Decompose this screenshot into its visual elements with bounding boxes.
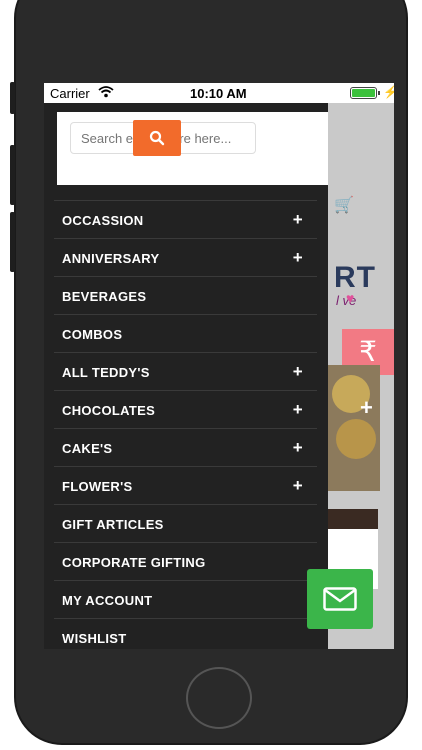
menu-item[interactable]: CHOCOLATES + [54,390,317,428]
menu-item-label: GIFT ARTICLES [62,517,164,532]
menu-item[interactable]: COMBOS [54,314,317,352]
plus-icon[interactable]: + [293,362,303,382]
plus-icon[interactable]: + [293,400,303,420]
plus-icon[interactable]: + [293,248,303,268]
menu-item-label: ALL TEDDY'S [62,365,150,380]
search-button[interactable] [133,120,181,156]
menu-item-label: CAKE'S [62,441,113,456]
plus-icon[interactable]: + [293,438,303,458]
status-bar: Carrier 10:10 AM ⚡ [44,83,394,103]
menu-item-label: COMBOS [62,327,123,342]
menu-item-label: FLOWER'S [62,479,133,494]
ornament-image [336,419,376,459]
menu-item-label: MY ACCOUNT [62,593,153,608]
plus-icon[interactable]: + [293,476,303,496]
plus-icon[interactable]: + [293,210,303,230]
carrier-label: Carrier [50,86,90,101]
menu-item-label: CHOCOLATES [62,403,156,418]
volume-down-button [10,212,15,272]
volume-up-button [10,145,15,205]
battery-icon [350,87,377,99]
mute-switch [10,82,15,114]
search-icon [149,130,165,146]
cart-icon[interactable]: 🛒 [334,195,354,215]
menu-item-label: ANNIVERSARY [62,251,160,266]
plus-icon[interactable]: + [360,395,373,421]
brand-logo-text: RT [334,261,376,294]
menu-item[interactable]: ANNIVERSARY + [54,238,317,276]
menu-item[interactable]: CORPORATE GIFTING [54,542,317,580]
menu-item[interactable]: MY ACCOUNT [54,580,317,618]
menu-item[interactable]: CAKE'S + [54,428,317,466]
charging-bolt-icon: ⚡ [383,85,394,99]
wifi-icon [98,86,114,98]
menu-item[interactable]: FLOWER'S + [54,466,317,504]
search-panel [57,112,328,185]
menu-item-label: CORPORATE GIFTING [62,555,206,570]
menu-item[interactable]: OCCASSION + [54,200,317,238]
menu-item[interactable]: BEVERAGES [54,276,317,314]
menu-item-label: WISHLIST [62,631,127,646]
navigation-drawer: OCCASSION + ANNIVERSARY + BEVERAGES COMBOS ALL… [44,103,328,649]
battery-cap [378,91,380,95]
menu-item[interactable]: WISHLIST [54,618,317,649]
menu-item-label: OCCASSION [62,213,144,228]
heart-icon: ♥ [346,290,355,306]
menu-item[interactable]: ALL TEDDY'S + [54,352,317,390]
status-time: 10:10 AM [190,86,247,101]
category-menu: OCCASSION + ANNIVERSARY + BEVERAGES COMBOS ALL… [54,200,317,649]
menu-item[interactable]: GIFT ARTICLES [54,504,317,542]
contact-mail-button[interactable] [307,569,373,629]
mail-icon [323,587,357,611]
menu-item-label: BEVERAGES [62,289,147,304]
home-button[interactable] [186,667,252,729]
screen: Carrier 10:10 AM ⚡ 🛒 RT l ve ♥ ₹ + Searc… [44,83,394,649]
product-image [328,509,378,529]
